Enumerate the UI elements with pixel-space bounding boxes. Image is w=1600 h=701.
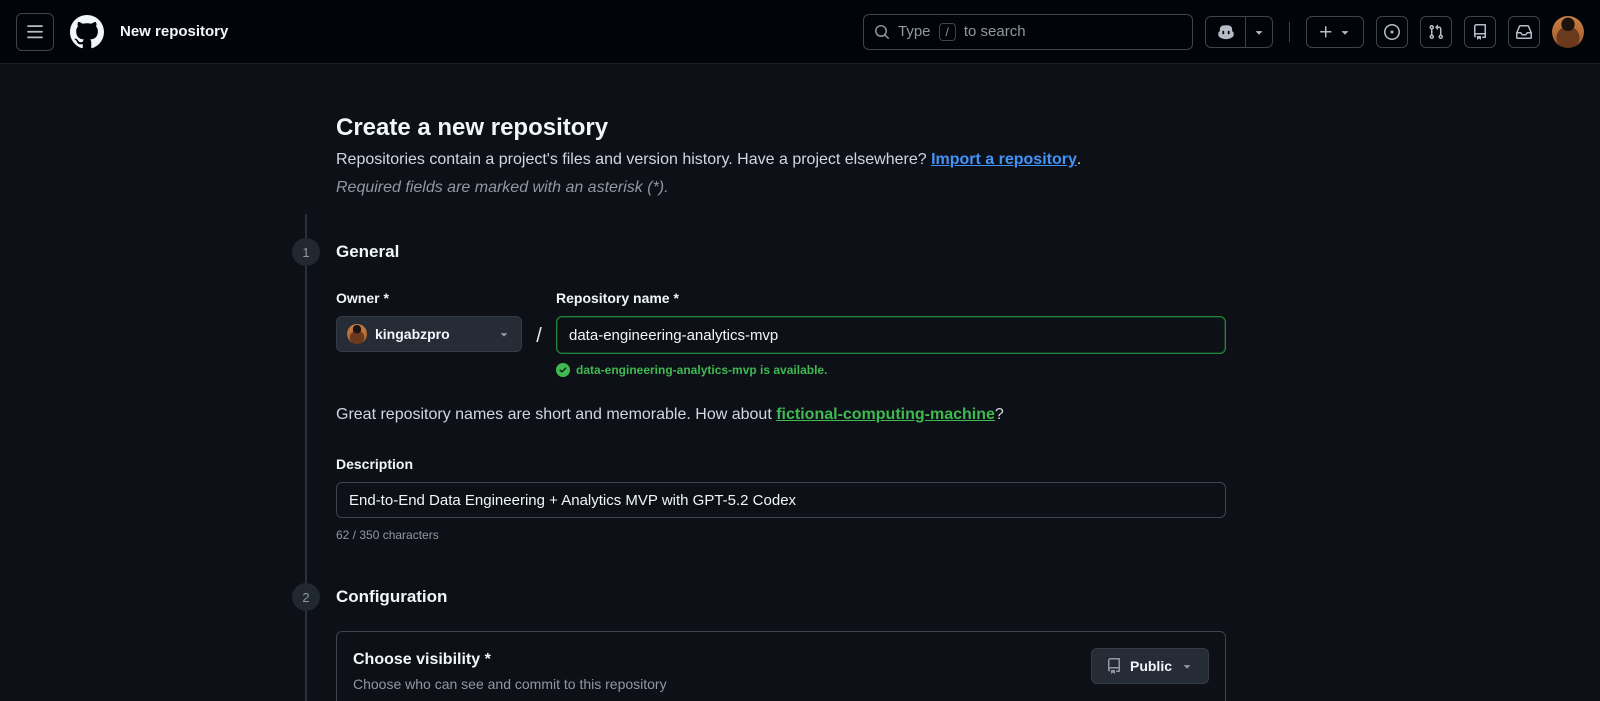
configuration-section: 2 Configuration Choose visibility * Choo… xyxy=(292,583,1226,701)
chevron-down-icon xyxy=(497,327,511,341)
general-section: 1 General Owner * kingabzpro / Repositor… xyxy=(292,238,1226,542)
search-placeholder-prefix: Type xyxy=(898,23,931,40)
search-placeholder-suffix: to search xyxy=(963,23,1026,40)
github-logo[interactable] xyxy=(70,14,104,49)
general-heading: General xyxy=(336,242,400,261)
page-context-title: New repository xyxy=(120,23,229,40)
chevron-down-icon xyxy=(1338,25,1352,39)
description-label: Description xyxy=(336,456,414,472)
choose-visibility-label: Choose visibility * xyxy=(353,651,491,668)
copilot-button[interactable] xyxy=(1206,16,1246,47)
header-divider xyxy=(1289,21,1290,42)
import-repository-link[interactable]: Import a repository xyxy=(931,151,1077,168)
issues-button[interactable] xyxy=(1376,15,1408,48)
visibility-select-button[interactable]: Public xyxy=(1090,648,1209,684)
three-bars-icon xyxy=(26,23,44,41)
steps-connector-line xyxy=(305,214,307,701)
main-content: Create a new repository Repositories con… xyxy=(0,64,1600,701)
owner-select-button[interactable]: kingabzpro xyxy=(336,316,522,352)
repositories-button[interactable] xyxy=(1464,15,1496,48)
search-icon xyxy=(874,24,890,40)
visibility-value: Public xyxy=(1129,658,1172,674)
visibility-card: Choose visibility * Choose who can see a… xyxy=(336,631,1226,701)
global-search-input[interactable]: Type / to search xyxy=(863,13,1193,50)
repository-name-input[interactable] xyxy=(556,316,1226,354)
configuration-heading: Configuration xyxy=(336,587,448,606)
intro-text-body: Repositories contain a project's files a… xyxy=(336,151,932,168)
git-pull-request-icon xyxy=(1428,24,1444,40)
slash-key-hint: / xyxy=(938,22,956,41)
required-fields-note: Required fields are marked with an aster… xyxy=(336,179,669,196)
check-circle-icon xyxy=(556,363,570,377)
step-2-badge: 2 xyxy=(292,583,320,611)
copilot-split-button xyxy=(1205,15,1273,48)
copilot-dropdown-button[interactable] xyxy=(1246,17,1272,47)
copilot-icon xyxy=(1217,23,1235,41)
hamburger-menu-button[interactable] xyxy=(16,12,54,51)
name-suggestion: Great repository names are short and mem… xyxy=(336,403,1226,427)
chevron-down-icon xyxy=(1180,659,1194,673)
issue-opened-icon xyxy=(1384,23,1400,40)
repo-icon xyxy=(1106,658,1122,674)
suggestion-suffix: ? xyxy=(994,406,1004,423)
repository-name-label: Repository name * xyxy=(556,290,679,306)
availability-message: data-engineering-analytics-mvp is availa… xyxy=(556,363,1226,377)
character-counter: 62 / 350 characters xyxy=(336,528,439,542)
step-1-badge: 1 xyxy=(292,238,320,266)
chevron-down-icon xyxy=(1252,25,1266,39)
owner-name: kingabzpro xyxy=(375,326,450,342)
repo-icon xyxy=(1472,23,1488,40)
global-header: New repository Type / to search xyxy=(0,0,1600,64)
page-title: Create a new repository xyxy=(336,114,609,141)
owner-label: Owner * xyxy=(336,290,389,306)
visibility-help-text: Choose who can see and commit to this re… xyxy=(353,676,667,692)
inbox-icon xyxy=(1516,24,1532,40)
availability-text: data-engineering-analytics-mvp is availa… xyxy=(576,363,828,377)
owner-avatar xyxy=(347,324,367,344)
inbox-button[interactable] xyxy=(1508,15,1540,48)
pull-requests-button[interactable] xyxy=(1420,15,1452,48)
user-avatar[interactable] xyxy=(1552,15,1584,48)
owner-repo-separator: / xyxy=(536,324,542,347)
create-new-button[interactable] xyxy=(1306,15,1364,48)
suggested-name-link[interactable]: fictional-computing-machine xyxy=(776,406,995,423)
plus-icon xyxy=(1318,24,1334,40)
description-input[interactable] xyxy=(336,482,1226,518)
intro-text-end: . xyxy=(1076,151,1082,168)
suggestion-prefix: Great repository names are short and mem… xyxy=(336,406,777,423)
intro-text: Repositories contain a project's files a… xyxy=(336,148,1226,172)
